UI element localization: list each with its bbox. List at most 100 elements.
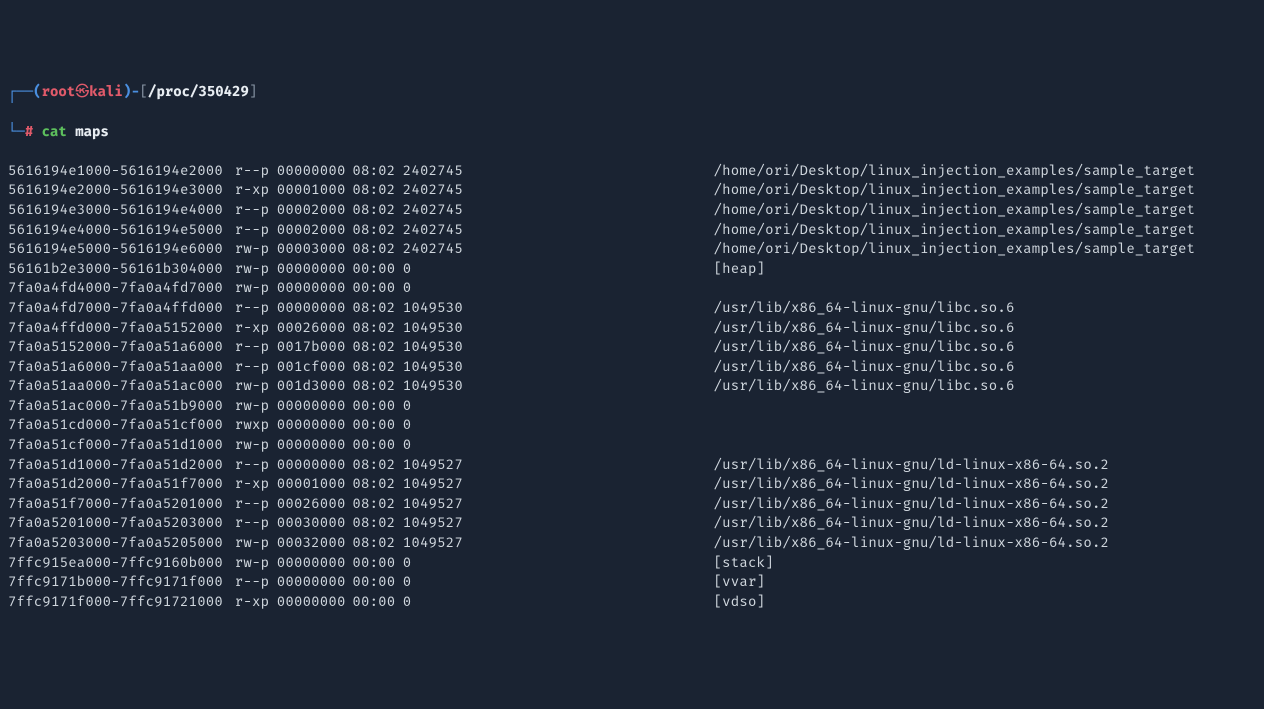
maps-row: 5616194e1000-5616194e2000r--p0000000008:… <box>8 161 1256 181</box>
bracket-close-icon: ] <box>249 83 257 100</box>
col-offset: 00000000 <box>277 415 353 435</box>
col-inode: 0 <box>403 572 714 592</box>
col-offset: 001cf000 <box>277 357 353 377</box>
col-offset: 00000000 <box>277 435 353 455</box>
col-inode: 1049527 <box>403 474 714 494</box>
col-inode: 1049527 <box>403 494 714 514</box>
maps-row: 7fa0a51cd000-7fa0a51cf000rwxp0000000000:… <box>8 415 1256 435</box>
maps-row: 5616194e2000-5616194e3000r-xp0000100008:… <box>8 180 1256 200</box>
col-perms: rw-p <box>235 553 277 573</box>
col-address: 7fa0a4fd7000-7fa0a4ffd000 <box>8 298 235 318</box>
col-address: 7fa0a51cf000-7fa0a51d1000 <box>8 435 235 455</box>
col-dev: 08:02 <box>352 337 402 357</box>
maps-row: 7fa0a51cf000-7fa0a51d1000rw-p0000000000:… <box>8 435 1256 455</box>
maps-row: 5616194e4000-5616194e5000r--p0000200008:… <box>8 220 1256 240</box>
col-dev: 08:02 <box>352 494 402 514</box>
col-offset: 00026000 <box>277 318 353 338</box>
col-address: 7fa0a51ac000-7fa0a51b9000 <box>8 396 235 416</box>
hash-icon: # <box>25 123 33 140</box>
col-dev: 08:02 <box>352 318 402 338</box>
col-inode: 0 <box>403 415 714 435</box>
col-offset: 00000000 <box>277 161 353 181</box>
col-perms: rw-p <box>235 396 277 416</box>
col-offset: 00026000 <box>277 494 353 514</box>
col-address: 5616194e2000-5616194e3000 <box>8 180 235 200</box>
maps-row: 7ffc915ea000-7ffc9160b000rw-p0000000000:… <box>8 553 1256 573</box>
col-inode: 2402745 <box>403 239 714 259</box>
prompt-line-2[interactable]: └─# cat maps <box>8 122 1256 142</box>
maps-row: 7fa0a51f7000-7fa0a5201000r--p0002600008:… <box>8 494 1256 514</box>
col-perms: rw-p <box>235 239 277 259</box>
col-address: 5616194e1000-5616194e2000 <box>8 161 235 181</box>
prompt-corner-icon: ┌──( <box>8 83 42 100</box>
prompt-line-1: ┌──(root㉿kali)-[/proc/350429] <box>8 82 1256 102</box>
col-dev: 08:02 <box>352 376 402 396</box>
col-perms: r--p <box>235 513 277 533</box>
col-dev: 00:00 <box>352 572 402 592</box>
col-path: /home/ori/Desktop/linux_injection_exampl… <box>714 161 1196 181</box>
col-offset: 00000000 <box>277 259 353 279</box>
maps-row: 7fa0a51d1000-7fa0a51d2000r--p0000000008:… <box>8 455 1256 475</box>
col-path: [heap] <box>714 259 766 279</box>
col-inode: 1049530 <box>403 337 714 357</box>
col-inode: 1049527 <box>403 513 714 533</box>
col-dev: 00:00 <box>352 592 402 612</box>
col-offset: 001d3000 <box>277 376 353 396</box>
col-address: 5616194e3000-5616194e4000 <box>8 200 235 220</box>
col-address: 7ffc915ea000-7ffc9160b000 <box>8 553 235 573</box>
col-dev: 08:02 <box>352 200 402 220</box>
col-path: [stack] <box>714 553 774 573</box>
col-path: /home/ori/Desktop/linux_injection_exampl… <box>714 239 1196 259</box>
col-path: /usr/lib/x86_64-linux-gnu/ld-linux-x86-6… <box>714 513 1110 533</box>
col-offset: 00001000 <box>277 180 353 200</box>
col-inode: 0 <box>403 278 714 298</box>
col-address: 7fa0a51f7000-7fa0a5201000 <box>8 494 235 514</box>
col-address: 7fa0a5203000-7fa0a5205000 <box>8 533 235 553</box>
col-offset: 00001000 <box>277 474 353 494</box>
col-path: /usr/lib/x86_64-linux-gnu/ld-linux-x86-6… <box>714 455 1110 475</box>
prompt-corner2-icon: └─ <box>8 123 25 140</box>
col-dev: 00:00 <box>352 415 402 435</box>
maps-row: 7fa0a5152000-7fa0a51a6000r--p0017b00008:… <box>8 337 1256 357</box>
col-path: /usr/lib/x86_64-linux-gnu/libc.so.6 <box>714 298 1015 318</box>
col-address: 7fa0a4fd4000-7fa0a4fd7000 <box>8 278 235 298</box>
col-address: 7fa0a51a6000-7fa0a51aa000 <box>8 357 235 377</box>
col-perms: r-xp <box>235 474 277 494</box>
col-offset: 00000000 <box>277 553 353 573</box>
col-perms: r--p <box>235 455 277 475</box>
col-perms: r--p <box>235 337 277 357</box>
col-dev: 08:02 <box>352 474 402 494</box>
col-dev: 00:00 <box>352 553 402 573</box>
col-perms: r-xp <box>235 318 277 338</box>
col-address: 5616194e5000-5616194e6000 <box>8 239 235 259</box>
col-path: /usr/lib/x86_64-linux-gnu/ld-linux-x86-6… <box>714 533 1110 553</box>
col-dev: 08:02 <box>352 533 402 553</box>
prompt-close-paren: )- <box>123 83 140 100</box>
col-dev: 00:00 <box>352 259 402 279</box>
col-perms: r--p <box>235 298 277 318</box>
col-perms: rw-p <box>235 259 277 279</box>
col-perms: r--p <box>235 220 277 240</box>
maps-row: 5616194e5000-5616194e6000rw-p0000300008:… <box>8 239 1256 259</box>
col-dev: 08:02 <box>352 239 402 259</box>
col-inode: 0 <box>403 259 714 279</box>
maps-row: 7fa0a4fd7000-7fa0a4ffd000r--p0000000008:… <box>8 298 1256 318</box>
col-offset: 00002000 <box>277 200 353 220</box>
maps-row: 7fa0a4fd4000-7fa0a4fd7000rw-p0000000000:… <box>8 278 1256 298</box>
col-address: 7fa0a5152000-7fa0a51a6000 <box>8 337 235 357</box>
col-dev: 00:00 <box>352 396 402 416</box>
col-offset: 00002000 <box>277 220 353 240</box>
col-inode: 1049530 <box>403 298 714 318</box>
maps-row: 7ffc9171f000-7ffc91721000r-xp0000000000:… <box>8 592 1256 612</box>
col-address: 7fa0a5201000-7fa0a5203000 <box>8 513 235 533</box>
col-offset: 00000000 <box>277 396 353 416</box>
col-dev: 08:02 <box>352 298 402 318</box>
col-perms: rw-p <box>235 533 277 553</box>
col-perms: r--p <box>235 161 277 181</box>
col-offset: 00032000 <box>277 533 353 553</box>
maps-row: 7fa0a4ffd000-7fa0a5152000r-xp0002600008:… <box>8 318 1256 338</box>
col-offset: 00000000 <box>277 278 353 298</box>
col-path: /usr/lib/x86_64-linux-gnu/libc.so.6 <box>714 357 1015 377</box>
col-path: /usr/lib/x86_64-linux-gnu/libc.so.6 <box>714 376 1015 396</box>
col-dev: 00:00 <box>352 278 402 298</box>
